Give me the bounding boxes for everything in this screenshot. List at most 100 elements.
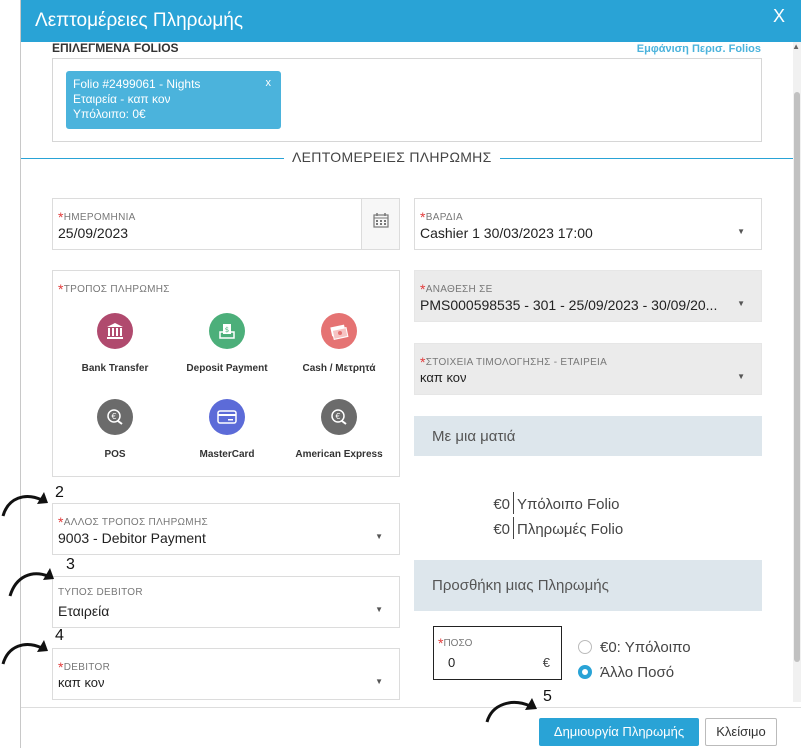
chevron-down-icon: ▼ [375,532,383,541]
annotation-arrow-icon [485,698,537,723]
date-label-text: ΗΜΕΡΟΜΗΝΙΑ [63,212,136,223]
at-a-glance-panel: Με μια ματιά [414,416,762,456]
close-button[interactable]: Κλείσιμο [705,718,777,746]
payment-method-pos[interactable]: € POS [60,399,170,460]
payment-method-label-deposit: Deposit Payment [186,363,268,374]
payment-method-cash[interactable]: Cash / Μετρητά [284,313,394,374]
divider [513,517,514,539]
amount-label-text: ΠΟΣΟ [443,638,473,649]
create-payment-button[interactable]: Δημιουργία Πληρωμής [539,718,699,746]
at-a-glance-title: Με μια ματιά [432,428,516,445]
selected-folios-label: ΕΠΙΛΕΓΜΕΝΑ FOLIOS [52,41,179,55]
show-more-folios-link[interactable]: Εμφάνιση Περισ. Folios [637,43,761,55]
chevron-down-icon: ▼ [375,605,383,614]
assign-label: *ΑΝΑΘΕΣΗ ΣΕ [420,279,493,297]
scrollbar-thumb[interactable] [794,92,800,662]
required-mark: * [58,659,64,675]
payment-method-mastercard[interactable]: MasterCard [172,399,282,460]
shift-select[interactable]: *ΒΑΡΔΙΑ Cashier 1 30/03/2023 17:00 ▼ [414,198,762,250]
date-value: 25/09/2023 [58,225,129,241]
scroll-up-arrow-icon[interactable]: ▲ [792,42,800,51]
amount-label: *ΠΟΣΟ [438,633,473,651]
divider [513,492,514,514]
payment-method-label-pos: POS [104,449,126,460]
modal-title: Λεπτομέρειες Πληρωμής [35,10,243,31]
payment-method-label-mastercard: MasterCard [199,449,255,460]
footer-divider [21,707,801,708]
folio-chip-title: Folio #2499061 - Nights [73,77,201,91]
annotation-number: 5 [543,688,552,705]
folio-chip-owner: Εταιρεία - καπ κον [73,92,171,106]
radio-other-amount[interactable]: Άλλο Ποσό [578,664,674,681]
payment-method-label-bank-transfer: Bank Transfer [81,363,149,374]
annotation-number: 3 [66,556,75,573]
assign-value: PMS000598535 - 301 - 25/09/2023 - 30/09/… [420,297,718,313]
folio-payments-row: €0 Πληρωμές Folio [484,517,623,539]
selected-folios-box: Folio #2499061 - Nights Εταιρεία - καπ κ… [52,58,762,142]
payment-method-label-amex: American Express [295,449,383,460]
shift-value: Cashier 1 30/03/2023 17:00 [420,225,593,241]
payment-method-amex[interactable]: € American Express [284,399,394,460]
annotation-number: 4 [55,627,64,644]
required-mark: * [58,514,64,530]
invoice-value: καπ κον [420,370,467,385]
required-mark: * [438,635,444,651]
date-field[interactable]: *ΗΜΕΡΟΜΗΝΙΑ 25/09/2023 [52,198,400,250]
folio-chip[interactable]: Folio #2499061 - Nights Εταιρεία - καπ κ… [66,71,281,129]
modal-header: Λεπτομέρειες Πληρωμής X [21,0,801,42]
debitor-type-select[interactable]: ΤΥΠΟΣ DEBITOR Εταιρεία ▼ [52,576,400,628]
svg-text:€: € [335,412,340,421]
svg-text:€: € [111,412,116,421]
assign-label-text: ΑΝΑΘΕΣΗ ΣΕ [425,284,493,295]
radio-remaining-amount[interactable]: €0: Υπόλοιπο [578,639,691,656]
chevron-down-icon: ▼ [737,227,745,236]
required-mark: * [420,281,426,297]
shift-label: *ΒΑΡΔΙΑ [420,207,463,225]
required-mark: * [420,354,426,370]
assign-to-select: *ΑΝΑΘΕΣΗ ΣΕ PMS000598535 - 301 - 25/09/2… [414,270,762,322]
close-modal-button[interactable]: X [773,6,785,27]
debitor-select[interactable]: *DEBITOR καπ κον ▼ [52,648,400,700]
folio-balance-row: €0 Υπόλοιπο Folio [484,492,620,514]
amount-input[interactable]: *ΠΟΣΟ 0 € [433,626,562,680]
chevron-down-icon: ▼ [737,299,745,308]
amount-value: 0 [448,655,456,670]
cash-icon [321,313,357,349]
annotation-arrow-icon [8,568,54,597]
folio-balance-amount: €0 [493,496,510,513]
other-payment-method-select[interactable]: *ΑΛΛΟΣ ΤΡΟΠΟΣ ΠΛΗΡΩΜΗΣ 9003 - Debitor Pa… [52,503,400,555]
payment-method-picker: *ΤΡΟΠΟΣ ΠΛΗΡΩΜΗΣ Bank Transfer $ Deposit… [52,270,400,477]
add-payment-panel: Προσθήκη μιας Πληρωμής [414,560,762,611]
credit-card-icon [209,399,245,435]
svg-text:$: $ [225,326,229,334]
currency-symbol: € [542,655,550,670]
calendar-icon[interactable] [361,199,399,249]
bank-icon [97,313,133,349]
annotation-arrow-icon [1,640,48,665]
chevron-down-icon: ▼ [375,677,383,686]
invoice-details-select[interactable]: *ΣΤΟΙΧΕΙΑ ΤΙΜΟΛΟΓΗΣΗΣ - ΕΤΑΙΡΕΙΑ καπ κον… [414,343,762,395]
radio-button[interactable] [578,640,592,654]
payment-method-label-cash: Cash / Μετρητά [302,363,376,374]
debitor-type-value: Εταιρεία [58,603,110,619]
other-method-label-text: ΑΛΛΟΣ ΤΡΟΠΟΣ ΠΛΗΡΩΜΗΣ [63,517,208,528]
radio-button-checked[interactable] [578,665,592,679]
payment-details-modal: Λεπτομέρειες Πληρωμής X ▲ ΕΠΙΛΕΓΜΕΝΑ FOL… [0,0,801,748]
payment-method-label: *ΤΡΟΠΟΣ ΠΛΗΡΩΜΗΣ [58,279,170,297]
radio-remaining-label: €0: Υπόλοιπο [600,639,691,656]
euro-coin-icon: € [97,399,133,435]
required-mark: * [58,281,64,297]
section-title: ΛΕΠΤΟΜΕΡΕΙΕΣ ΠΛΗΡΩΜΗΣ [284,149,500,165]
add-payment-title: Προσθήκη μιας Πληρωμής [432,577,609,594]
folio-payments-label: Πληρωμές Folio [517,521,624,538]
scrollbar[interactable] [793,42,801,702]
invoice-label-text: ΣΤΟΙΧΕΙΑ ΤΙΜΟΛΟΓΗΣΗΣ - ΕΤΑΙΡΕΙΑ [425,357,608,368]
payment-method-deposit[interactable]: $ Deposit Payment [172,313,282,374]
invoice-label: *ΣΤΟΙΧΕΙΑ ΤΙΜΟΛΟΓΗΣΗΣ - ΕΤΑΙΡΕΙΑ [420,352,608,370]
euro-coin-icon: € [321,399,357,435]
annotation-number: 2 [55,484,64,501]
deposit-icon: $ [209,313,245,349]
other-method-label: *ΑΛΛΟΣ ΤΡΟΠΟΣ ΠΛΗΡΩΜΗΣ [58,512,208,530]
payment-method-bank-transfer[interactable]: Bank Transfer [60,313,170,374]
remove-folio-icon[interactable]: x [266,76,272,91]
